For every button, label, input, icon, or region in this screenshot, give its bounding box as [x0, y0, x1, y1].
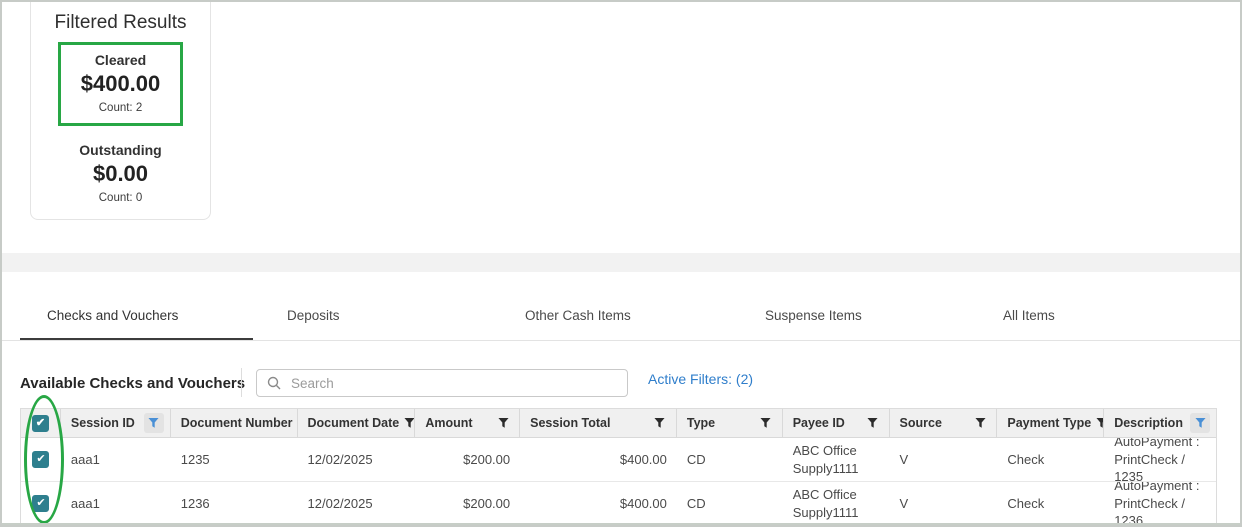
row-checkbox-cell	[21, 482, 61, 525]
filter-icon-type[interactable]	[756, 413, 776, 433]
cell-source: V	[890, 438, 998, 481]
column-header-payment-type: Payment Type	[997, 409, 1104, 437]
filter-icon-session-id[interactable]	[144, 413, 164, 433]
checks-and-vouchers-table: Session ID Document Number Document Date…	[20, 408, 1217, 526]
cell-document-number: 1235	[171, 438, 298, 481]
cell-document-date: 12/02/2025	[298, 438, 416, 481]
cell-description: AutoPayment : PrintCheck / 1236	[1104, 482, 1216, 525]
cell-session-total: $400.00	[520, 482, 677, 525]
cell-payment-type: Check	[997, 482, 1104, 525]
section-divider-band	[0, 253, 1242, 272]
filter-icon-payee-id[interactable]	[863, 413, 883, 433]
tab-bar: Checks and Vouchers Deposits Other Cash …	[0, 296, 1242, 341]
search-input[interactable]	[256, 369, 628, 397]
column-header-document-number: Document Number	[171, 409, 298, 437]
select-all-cell	[21, 409, 61, 437]
column-header-type: Type	[677, 409, 783, 437]
filter-icon-document-date[interactable]	[399, 413, 415, 433]
cell-description: AutoPayment : PrintCheck / 1235	[1104, 438, 1216, 481]
card-title: Filtered Results	[31, 12, 210, 34]
filter-icon-amount[interactable]	[493, 413, 513, 433]
cleared-label: Cleared	[61, 52, 180, 68]
active-filters-link[interactable]: Active Filters: (2)	[648, 371, 753, 387]
tab-other-cash-items[interactable]: Other Cash Items	[525, 308, 631, 323]
cell-session-id: aaa1	[61, 438, 171, 481]
cell-payee-id: ABC Office Supply1111	[783, 482, 890, 525]
active-tab-underline	[20, 338, 253, 340]
tab-all-items[interactable]: All Items	[1003, 308, 1055, 323]
row-checkbox[interactable]	[32, 495, 49, 512]
filter-icon-session-total[interactable]	[650, 413, 670, 433]
outstanding-label: Outstanding	[58, 142, 183, 158]
filter-icon-description[interactable]	[1190, 413, 1210, 433]
select-all-checkbox[interactable]	[32, 415, 49, 432]
filtered-results-card: Filtered Results Cleared $400.00 Count: …	[30, 0, 211, 220]
search-box	[256, 369, 628, 397]
outstanding-amount: $0.00	[58, 161, 183, 187]
tab-suspense-items[interactable]: Suspense Items	[765, 308, 862, 323]
cleared-count: Count: 2	[61, 102, 180, 114]
table-row[interactable]: aaa1 1235 12/02/2025 $200.00 $400.00 CD …	[21, 438, 1216, 482]
toolbar-divider	[241, 368, 242, 397]
filter-icon-payment-type[interactable]	[1091, 413, 1104, 433]
cell-type: CD	[677, 482, 783, 525]
cleared-amount: $400.00	[61, 71, 180, 97]
column-header-amount: Amount	[415, 409, 520, 437]
column-header-payee-id: Payee ID	[783, 409, 890, 437]
search-icon	[267, 376, 281, 390]
section-title: Available Checks and Vouchers	[20, 375, 245, 392]
cell-document-number: 1236	[171, 482, 298, 525]
cleared-highlight-box: Cleared $400.00 Count: 2	[58, 42, 183, 126]
column-header-description: Description	[1104, 409, 1216, 437]
table-row[interactable]: aaa1 1236 12/02/2025 $200.00 $400.00 CD …	[21, 482, 1216, 526]
cell-payment-type: Check	[997, 438, 1104, 481]
cell-source: V	[890, 482, 998, 525]
cell-session-id: aaa1	[61, 482, 171, 525]
column-header-document-date: Document Date	[298, 409, 416, 437]
row-checkbox[interactable]	[32, 451, 49, 468]
bottom-edge-strip	[0, 523, 1242, 527]
outstanding-count: Count: 0	[58, 192, 183, 204]
column-header-source: Source	[890, 409, 998, 437]
tab-deposits[interactable]: Deposits	[287, 308, 340, 323]
cell-type: CD	[677, 438, 783, 481]
cell-amount: $200.00	[415, 438, 520, 481]
cell-payee-id: ABC Office Supply1111	[783, 438, 890, 481]
column-header-session-id: Session ID	[61, 409, 171, 437]
tab-checks-and-vouchers[interactable]: Checks and Vouchers	[47, 308, 178, 323]
filter-icon-source[interactable]	[970, 413, 990, 433]
cell-document-date: 12/02/2025	[298, 482, 416, 525]
table-header-row: Session ID Document Number Document Date…	[21, 409, 1216, 438]
cell-session-total: $400.00	[520, 438, 677, 481]
row-checkbox-cell	[21, 438, 61, 481]
outstanding-section: Outstanding $0.00 Count: 0	[58, 142, 183, 204]
column-header-session-total: Session Total	[520, 409, 677, 437]
cell-amount: $200.00	[415, 482, 520, 525]
